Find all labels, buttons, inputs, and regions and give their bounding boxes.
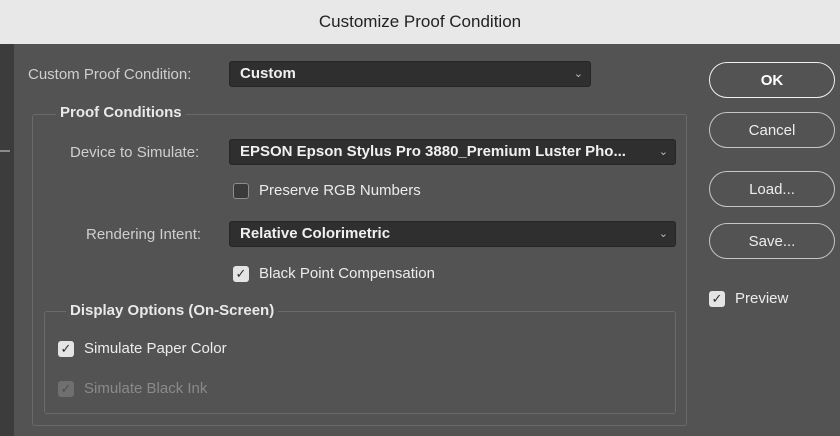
window-titlebar: Customize Proof Condition [0, 0, 840, 45]
preserve-rgb-numbers-label: Preserve RGB Numbers [259, 182, 421, 199]
device-to-simulate-value: EPSON Epson Stylus Pro 3880_Premium Lust… [240, 143, 626, 160]
ok-button[interactable]: OK [709, 62, 835, 98]
device-to-simulate-label: Device to Simulate: [70, 144, 200, 161]
custom-proof-condition-label: Custom Proof Condition: [28, 66, 192, 83]
cancel-button[interactable]: Cancel [709, 112, 835, 148]
black-point-compensation-checkbox[interactable]: ✓ [233, 265, 249, 282]
save-button[interactable]: Save... [709, 223, 835, 259]
simulate-black-ink-row: ✓ Simulate Black Ink [58, 380, 207, 397]
window-title: Customize Proof Condition [318, 12, 522, 31]
check-icon: ✓ [60, 340, 72, 356]
preview-row[interactable]: ✓ Preview [709, 290, 788, 307]
load-button[interactable]: Load... [709, 171, 835, 207]
rendering-intent-value: Relative Colorimetric [240, 225, 391, 242]
black-point-compensation-label: Black Point Compensation [259, 265, 435, 282]
preview-checkbox[interactable]: ✓ [709, 290, 725, 307]
check-icon: ✓ [711, 290, 723, 306]
display-options-heading: Display Options (On-Screen) [66, 302, 279, 319]
rendering-intent-label: Rendering Intent: [86, 226, 202, 243]
preserve-rgb-numbers-row[interactable]: Preserve RGB Numbers [233, 182, 421, 199]
check-icon: ✓ [60, 380, 72, 396]
chevron-down-icon: ⌄ [573, 68, 583, 80]
simulate-black-ink-checkbox: ✓ [58, 380, 74, 397]
preview-label: Preview [735, 290, 789, 307]
display-options-group [44, 311, 676, 414]
custom-proof-condition-select[interactable]: Custom ⌄ [229, 61, 591, 87]
background-divider [0, 150, 10, 152]
proof-conditions-heading: Proof Conditions [56, 104, 186, 121]
chevron-down-icon: ⌄ [658, 228, 668, 240]
simulate-paper-color-row[interactable]: ✓ Simulate Paper Color [58, 340, 227, 357]
preserve-rgb-numbers-checkbox[interactable] [233, 182, 249, 199]
simulate-black-ink-label: Simulate Black Ink [84, 380, 208, 397]
black-point-compensation-row[interactable]: ✓ Black Point Compensation [233, 265, 435, 282]
chevron-down-icon: ⌄ [658, 146, 668, 158]
check-icon: ✓ [235, 265, 247, 281]
custom-proof-condition-value: Custom [240, 65, 296, 82]
simulate-paper-color-label: Simulate Paper Color [84, 340, 227, 357]
background-window-strip [0, 44, 14, 436]
simulate-paper-color-checkbox[interactable]: ✓ [58, 340, 74, 357]
rendering-intent-select[interactable]: Relative Colorimetric ⌄ [229, 221, 676, 247]
device-to-simulate-select[interactable]: EPSON Epson Stylus Pro 3880_Premium Lust… [229, 139, 676, 165]
